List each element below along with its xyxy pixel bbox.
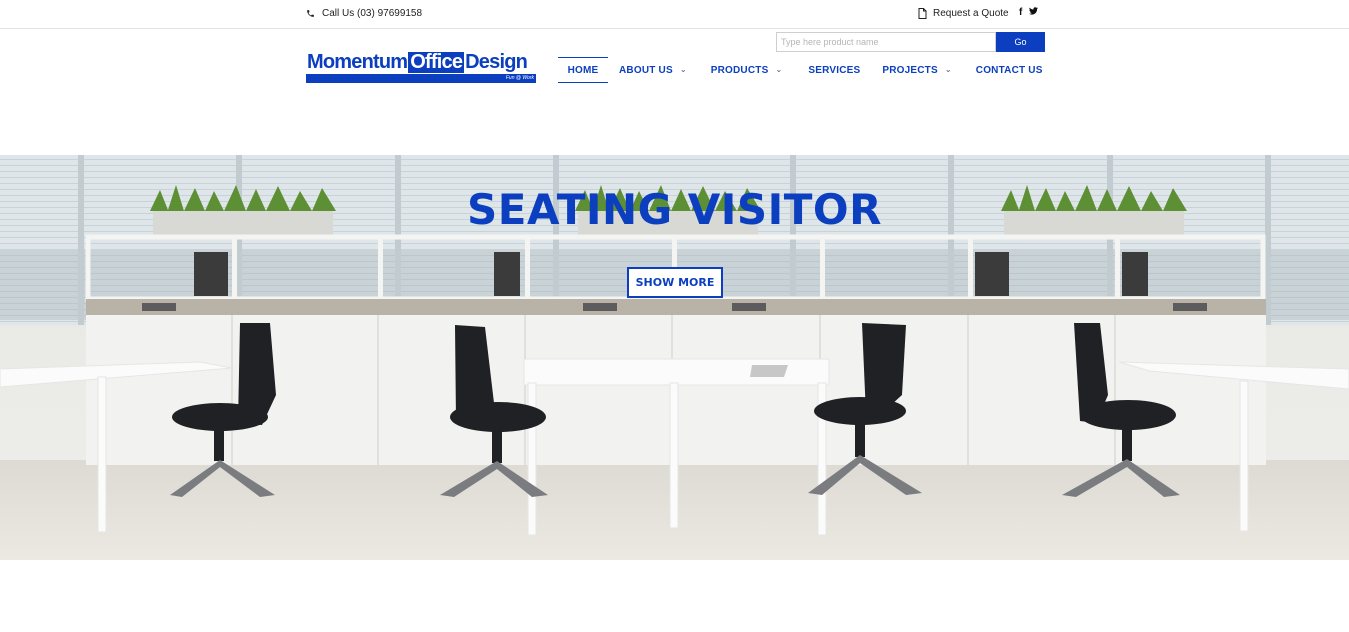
nav-item-projects[interactable]: PROJECTS ⌄ [882, 57, 951, 83]
search-input[interactable] [776, 32, 996, 52]
nav-item-services[interactable]: SERVICES [808, 57, 860, 83]
top-bar: Call Us (03) 97699158 Request a Quote f [0, 0, 1349, 29]
hero-title: SEATING VISITOR [467, 185, 882, 234]
logo-word-design: Design [465, 51, 528, 73]
document-icon [918, 8, 927, 19]
logo-word-momentum: Momentum [307, 51, 408, 73]
call-us[interactable]: Call Us (03) 97699158 [306, 8, 422, 19]
request-quote-link[interactable]: Request a Quote [918, 8, 1009, 19]
chevron-down-icon: ⌄ [775, 64, 783, 74]
hero-slider: SEATING VISITOR SHOW MORE [0, 155, 1349, 560]
facebook-icon[interactable]: f [1019, 7, 1022, 18]
chevron-down-icon: ⌄ [679, 64, 687, 74]
twitter-icon[interactable] [1029, 7, 1039, 18]
nav-item-products[interactable]: PRODUCTS ⌄ [711, 57, 783, 83]
logo-underline-bar: Fun @ Work [306, 74, 536, 83]
nav-item-label: PRODUCTS [710, 64, 769, 76]
nav-item-label: PROJECTS [882, 64, 938, 76]
main-nav: HOME ABOUT US ⌄ PRODUCTS ⌄ SERVICES PROJ… [558, 57, 1043, 83]
phone-icon [307, 10, 314, 17]
nav-item-label: ABOUT US [619, 64, 673, 76]
nav-item-about-us[interactable]: ABOUT US ⌄ [619, 57, 687, 83]
product-search: Go [776, 32, 1045, 52]
logo-word-office: Office [408, 51, 465, 73]
nav-item-label: HOME [567, 64, 599, 76]
request-quote-label: Request a Quote [933, 8, 1009, 19]
social-links: f [1019, 7, 1039, 18]
logo-wordmark: Momentum Office Design [307, 51, 528, 73]
logo-tagline: Fun @ Work [505, 75, 534, 81]
search-go-button[interactable]: Go [996, 32, 1045, 52]
logo[interactable]: Momentum Office Design Fun @ Work [306, 51, 536, 84]
nav-item-label: CONTACT US [975, 64, 1043, 76]
nav-item-home[interactable]: HOME [558, 57, 608, 83]
chevron-down-icon: ⌄ [944, 64, 952, 74]
show-more-button[interactable]: SHOW MORE [627, 267, 723, 298]
nav-item-contact-us[interactable]: CONTACT US [976, 57, 1043, 83]
call-us-label: Call Us (03) 97699158 [322, 8, 423, 19]
nav-item-label: SERVICES [808, 64, 861, 76]
